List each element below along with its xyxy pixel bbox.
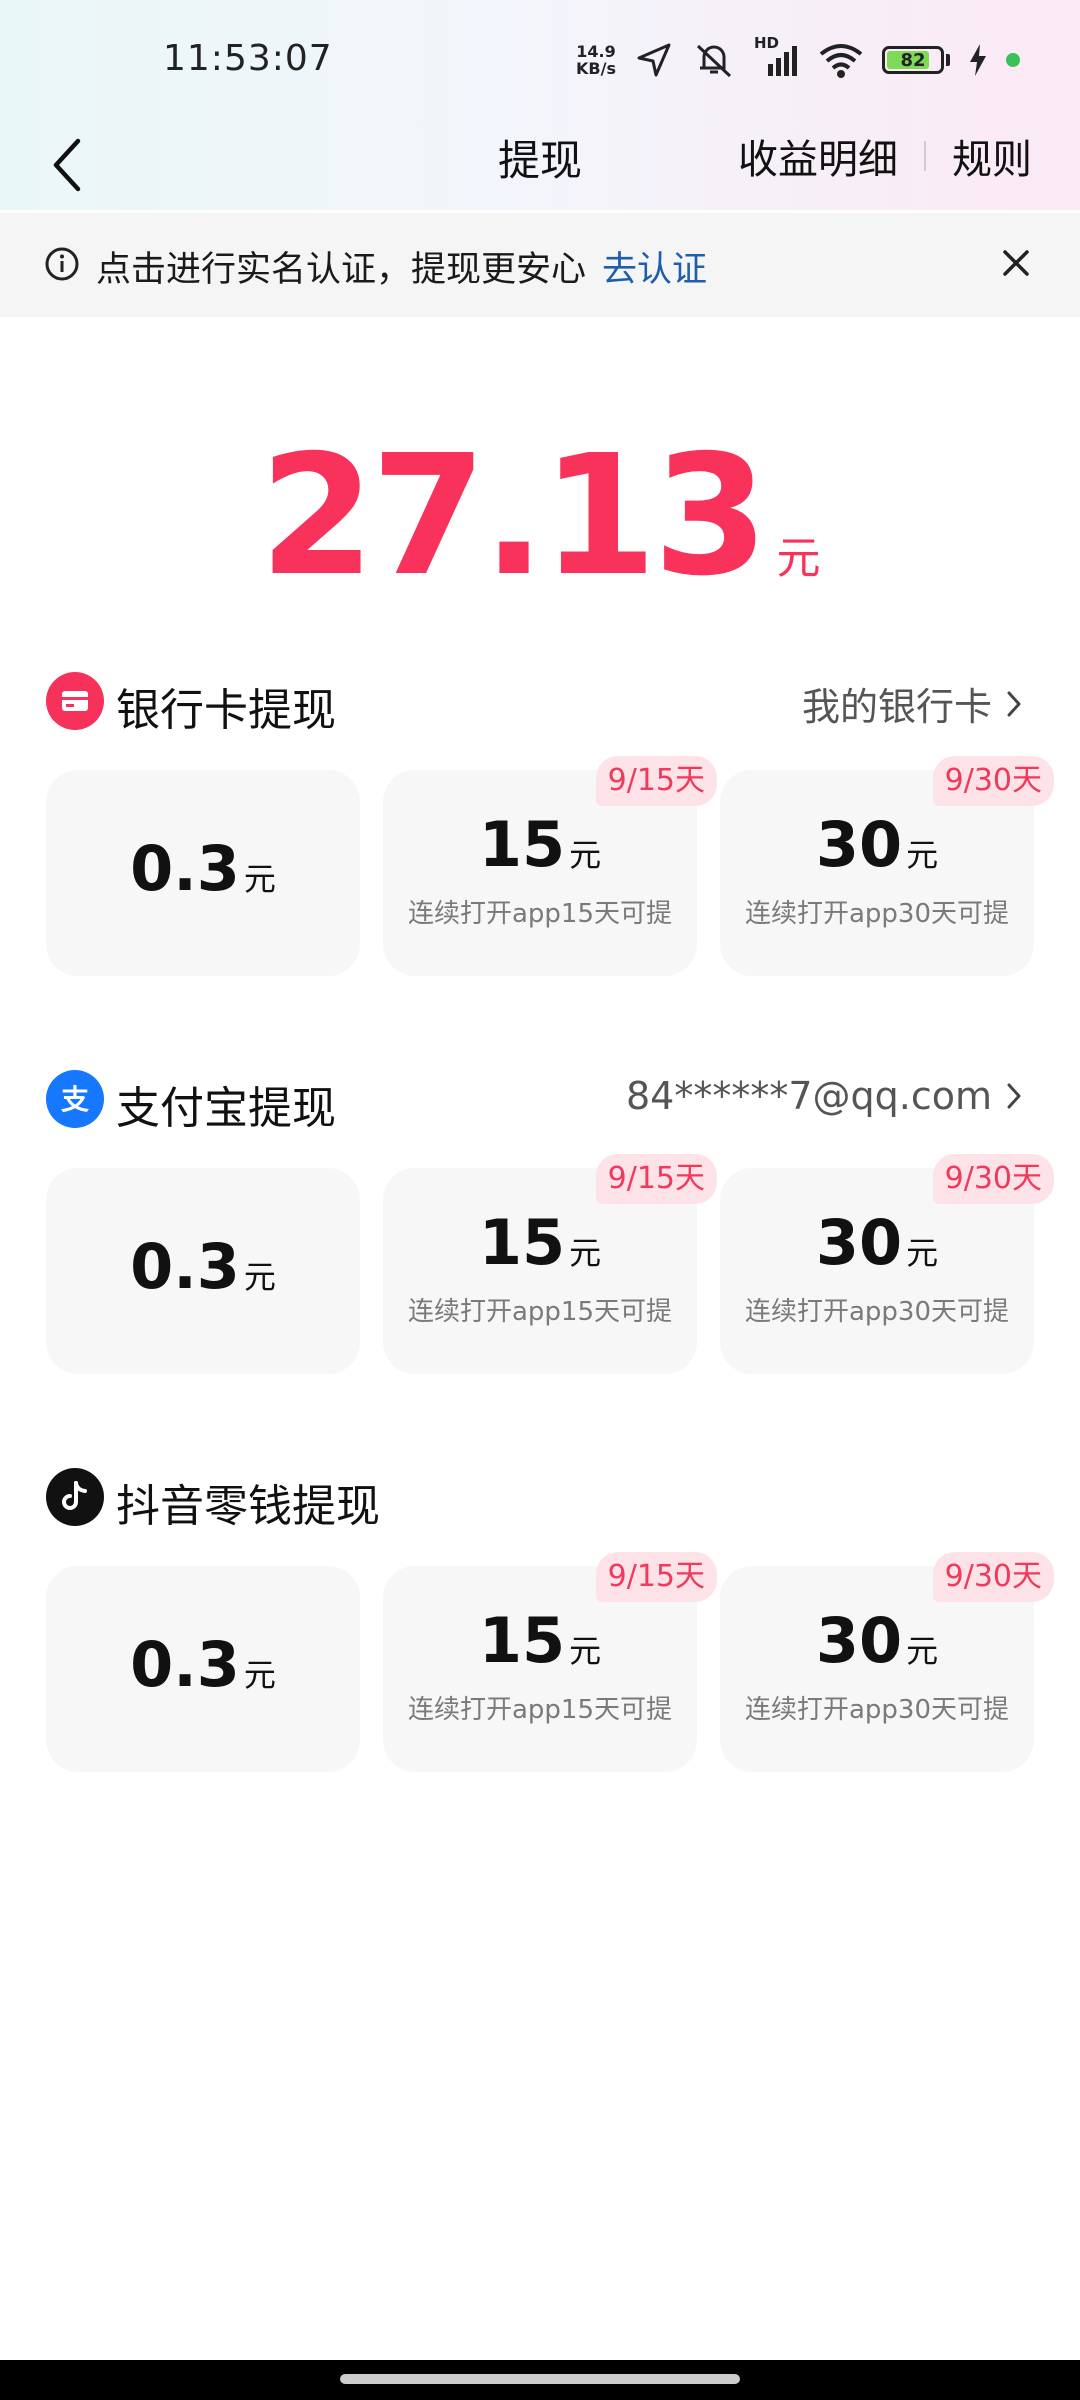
status-time: 11:53:07 <box>163 38 333 79</box>
option-value: 30 <box>815 1206 903 1279</box>
nav-divider <box>924 141 926 171</box>
account-link[interactable]: 我的银行卡 <box>802 676 1024 731</box>
progress-badge: 9/15天 <box>595 1154 717 1204</box>
option-unit: 元 <box>243 860 276 898</box>
option-unit: 元 <box>569 836 602 874</box>
withdraw-options: 0.3 元 15 元连续打开app15天可提 9/15天 30 元连续打开app30天可提 9… <box>46 1154 1054 1376</box>
earnings-detail-link[interactable]: 收益明细 <box>738 127 898 185</box>
option-unit: 元 <box>243 1656 276 1694</box>
account-link[interactable]: 84******7@qq.com <box>626 1074 1024 1118</box>
close-icon[interactable] <box>996 243 1036 283</box>
section-header: 银行卡提现 我的银行卡 <box>0 660 1080 740</box>
progress-badge: 9/30天 <box>932 1154 1054 1204</box>
option-condition: 连续打开app15天可提 <box>407 1695 673 1725</box>
charging-icon <box>970 44 986 76</box>
option-value: 0.3 <box>130 1628 240 1701</box>
section-douyin: 抖音零钱提现 0.3 元 15 元连续打开app15天可提 9/15天 30 元连续打开app… <box>0 1456 1080 1786</box>
navigation-bar <box>0 2360 1080 2400</box>
mute-icon <box>696 44 732 78</box>
option-amount: 0.3 元 <box>46 1230 360 1303</box>
balance-amount: 27.13 元 <box>0 420 1080 613</box>
withdraw-option-card[interactable]: 15 元连续打开app15天可提 9/15天 <box>383 1552 717 1772</box>
back-button[interactable] <box>48 125 118 205</box>
withdraw-option-card[interactable]: 15 元连续打开app15天可提 9/15天 <box>383 1154 717 1374</box>
section-title: 抖音零钱提现 <box>116 1481 380 1532</box>
option-amount: 30 元 <box>720 1604 1034 1677</box>
option-amount: 15 元 <box>383 808 697 881</box>
withdraw-options: 0.3 元 15 元连续打开app15天可提 9/15天 30 元连续打开app30天可提 9… <box>46 1552 1054 1774</box>
option-unit: 元 <box>906 1234 939 1272</box>
option-amount: 30 元 <box>720 1206 1034 1279</box>
option-value: 15 <box>478 1604 566 1677</box>
withdraw-option-card[interactable]: 15 元连续打开app15天可提 9/15天 <box>383 756 717 976</box>
chevron-right-icon <box>1007 1083 1021 1109</box>
status-bar: 11:53:07 14.9 KB/s HD 82 <box>0 0 1080 120</box>
svg-text:支: 支 <box>61 1083 89 1116</box>
option-amount: 0.3 元 <box>46 832 360 905</box>
withdraw-option-card[interactable]: 30 元连续打开app30天可提 9/30天 <box>720 756 1054 976</box>
rules-link[interactable]: 规则 <box>952 127 1032 185</box>
progress-badge: 9/30天 <box>932 1552 1054 1602</box>
location-icon <box>637 43 671 77</box>
section-bank-card: 银行卡提现 我的银行卡 0.3 元 15 元连续打开app15天可提 9/15天 30 元连续打… <box>0 660 1080 990</box>
option-value: 0.3 <box>130 1230 240 1303</box>
progress-badge: 9/15天 <box>595 756 717 806</box>
section-alipay: 支支付宝提现 84******7@qq.com 0.3 元 15 元连续打开app15天可… <box>0 1058 1080 1388</box>
info-icon <box>45 247 79 281</box>
douyin-icon <box>46 1468 104 1526</box>
option-value: 0.3 <box>130 832 240 905</box>
withdraw-option-card[interactable]: 0.3 元 <box>46 770 360 976</box>
verification-notice: 点击进行实名认证，提现更安心 去认证 <box>0 213 1080 317</box>
option-condition: 连续打开app30天可提 <box>744 899 1010 929</box>
home-indicator[interactable] <box>340 2374 740 2384</box>
withdraw-option-card[interactable]: 30 元连续打开app30天可提 9/30天 <box>720 1552 1054 1772</box>
option-unit: 元 <box>569 1632 602 1670</box>
nav-bar: 提现 收益明细 规则 <box>0 115 1080 215</box>
section-title: 支付宝提现 <box>116 1083 336 1134</box>
progress-badge: 9/30天 <box>932 756 1054 806</box>
status-icons: 14.9 KB/s HD 82 <box>576 34 1020 84</box>
option-value: 30 <box>815 1604 903 1677</box>
option-value: 30 <box>815 808 903 881</box>
balance-unit: 元 <box>776 533 821 584</box>
option-amount: 0.3 元 <box>46 1628 360 1701</box>
battery-icon: 82 <box>882 46 950 74</box>
option-amount: 15 元 <box>383 1604 697 1677</box>
withdraw-options: 0.3 元 15 元连续打开app15天可提 9/15天 30 元连续打开app30天可提 9… <box>46 756 1054 978</box>
balance-value: 27.13 <box>259 420 768 613</box>
withdraw-option-card[interactable]: 0.3 元 <box>46 1168 360 1374</box>
option-unit: 元 <box>906 1632 939 1670</box>
withdraw-option-card[interactable]: 30 元连续打开app30天可提 9/30天 <box>720 1154 1054 1374</box>
section-header: 支支付宝提现 84******7@qq.com <box>0 1058 1080 1138</box>
chevron-left-icon <box>53 138 81 192</box>
account-label: 84******7@qq.com <box>625 1074 992 1118</box>
option-amount: 30 元 <box>720 808 1034 881</box>
option-condition: 连续打开app15天可提 <box>407 1297 673 1327</box>
section-header: 抖音零钱提现 <box>0 1456 1080 1536</box>
alipay-icon: 支 <box>46 1070 104 1128</box>
option-condition: 连续打开app30天可提 <box>744 1695 1010 1725</box>
option-unit: 元 <box>569 1234 602 1272</box>
section-title: 银行卡提现 <box>116 685 336 736</box>
bank-card-icon <box>46 672 104 730</box>
chevron-right-icon <box>1007 691 1021 716</box>
signal-icon: HD <box>754 34 800 80</box>
option-value: 15 <box>478 808 566 881</box>
option-condition: 连续打开app30天可提 <box>744 1297 1010 1327</box>
option-unit: 元 <box>906 836 939 874</box>
nav-actions: 收益明细 规则 <box>738 127 1032 185</box>
network-speed: 14.9 KB/s <box>576 42 616 78</box>
notice-text: 点击进行实名认证，提现更安心 去认证 <box>96 250 708 290</box>
wifi-icon <box>819 44 863 78</box>
option-unit: 元 <box>243 1258 276 1296</box>
progress-badge: 9/15天 <box>595 1552 717 1602</box>
option-amount: 15 元 <box>383 1206 697 1279</box>
verify-link[interactable]: 去认证 <box>602 250 707 290</box>
privacy-indicator-icon <box>1006 53 1020 67</box>
option-value: 15 <box>478 1206 566 1279</box>
option-condition: 连续打开app15天可提 <box>407 899 673 929</box>
withdraw-option-card[interactable]: 0.3 元 <box>46 1566 360 1772</box>
account-label: 我的银行卡 <box>801 685 992 729</box>
